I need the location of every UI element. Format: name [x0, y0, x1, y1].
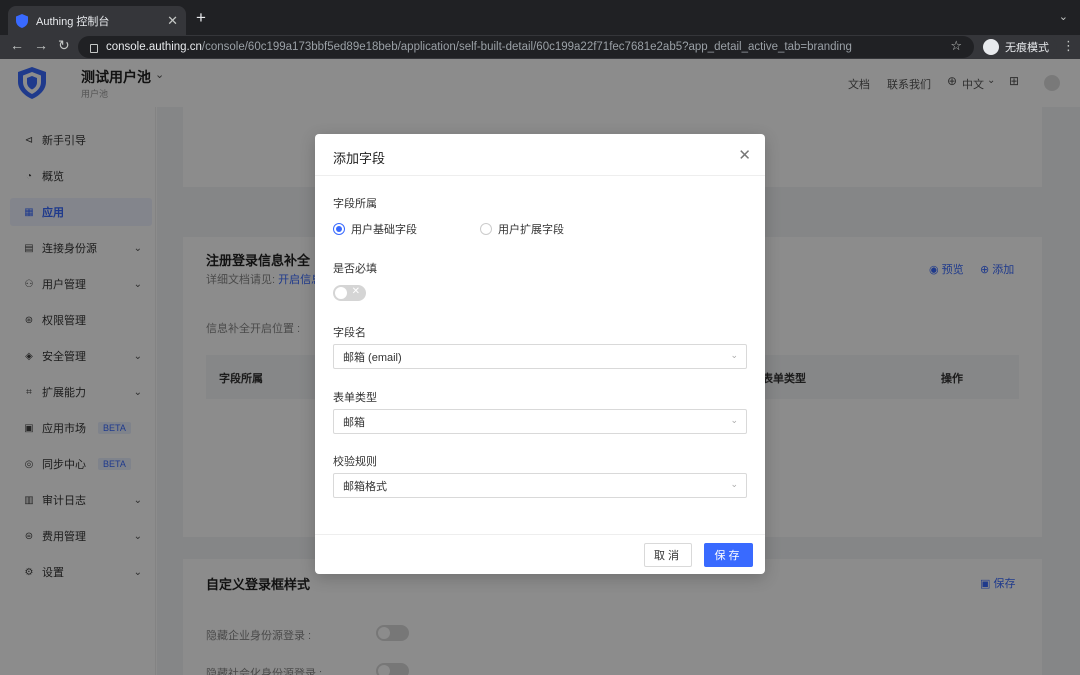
radio-extend-field[interactable]: 用户扩展字段 [480, 221, 564, 237]
cancel-button[interactable]: 取消 [644, 543, 692, 567]
bookmark-star-icon[interactable]: ☆ [950, 38, 962, 54]
radio-unchecked[interactable] [480, 223, 492, 235]
radio-checked[interactable] [333, 223, 345, 235]
incognito-label: 无痕模式 [1005, 42, 1049, 54]
tab-search-icon[interactable]: ⌄ [1059, 10, 1068, 23]
new-tab-icon[interactable]: + [196, 8, 206, 28]
chevron-down-icon: ⌄ [730, 415, 738, 425]
incognito-icon [983, 39, 999, 55]
browser-toolbar: ← → ↻ console.authing.cn/console/60c199a… [0, 35, 1080, 59]
belong-label: 字段所属 [333, 198, 377, 210]
chevron-down-icon: ⌄ [730, 479, 738, 489]
radio-basic-field[interactable]: 用户基础字段 [333, 221, 417, 237]
toggle-knob [335, 287, 347, 299]
chevron-down-icon: ⌄ [730, 350, 738, 360]
field-name-select[interactable]: 邮箱 (email) ⌄ [333, 344, 747, 369]
url-host: console.authing.cn [106, 41, 202, 53]
reload-icon[interactable]: ↻ [58, 37, 70, 54]
close-icon: ✕ [351, 286, 360, 297]
field-name-label: 字段名 [333, 327, 366, 339]
browser-tab[interactable]: Authing 控制台 ✕ [8, 6, 186, 35]
tab-close-icon[interactable]: ✕ [167, 13, 178, 29]
browser-tabbar: Authing 控制台 ✕ + ⌄ [0, 0, 1080, 35]
authing-favicon-icon [16, 13, 28, 28]
rule-select[interactable]: 邮箱格式 ⌄ [333, 473, 747, 498]
save-button[interactable]: 保存 [704, 543, 753, 567]
app: 测试用户池 ⌄ 用户池 文档 联系我们 ⊕ 中文 ⌄ ⊞ ⊲ 新手引导 ◔ 概览 ▦… [0, 59, 1080, 675]
close-icon[interactable]: ✕ [738, 146, 751, 164]
url-path: /console/60c199a173bbf5ed89e18beb/applic… [201, 41, 852, 53]
tab-title: Authing 控制台 [36, 15, 110, 28]
modal-header: 添加字段 ✕ [315, 134, 765, 176]
address-bar[interactable]: console.authing.cn/console/60c199a173bbf… [78, 36, 974, 58]
browser-menu-icon[interactable]: ⋮ [1062, 38, 1075, 54]
form-type-label: 表单类型 [333, 392, 377, 404]
lock-icon [90, 43, 98, 53]
back-icon[interactable]: ← [10, 37, 24, 53]
form-type-select[interactable]: 邮箱 ⌄ [333, 409, 747, 434]
modal-title: 添加字段 [333, 151, 386, 166]
required-toggle[interactable]: ✕ [333, 285, 366, 301]
add-field-modal: 添加字段 ✕ 字段所属 用户基础字段 用户扩展字段 是否必填 ✕ 字段名 邮箱 … [315, 134, 765, 574]
rule-label: 校验规则 [333, 456, 377, 468]
forward-icon[interactable]: → [34, 37, 48, 53]
required-label: 是否必填 [333, 263, 377, 275]
incognito-badge[interactable]: 无痕模式 [980, 37, 1057, 57]
modal-footer: 取消 保存 [315, 534, 765, 574]
